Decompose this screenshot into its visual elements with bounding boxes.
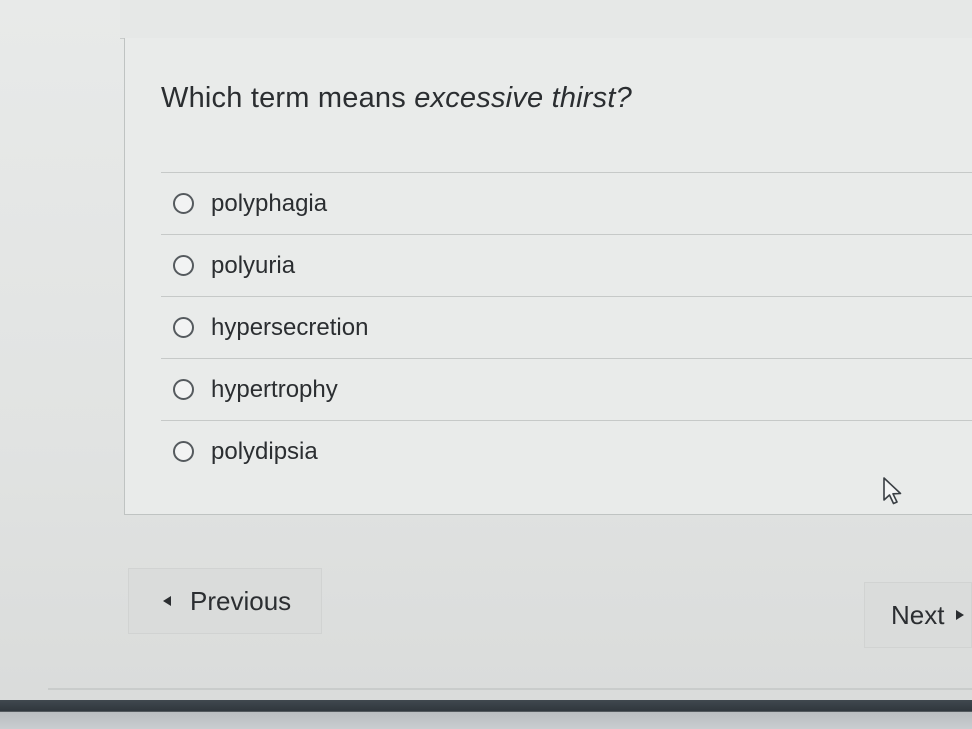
radio-unchecked-icon[interactable] xyxy=(173,193,194,214)
option-polyphagia[interactable]: polyphagia xyxy=(161,172,972,234)
triangle-right-icon xyxy=(956,610,965,620)
option-polyuria[interactable]: polyuria xyxy=(161,234,972,296)
radio-unchecked-icon[interactable] xyxy=(173,379,194,400)
mouse-pointer-icon xyxy=(883,477,902,505)
divider xyxy=(48,688,972,690)
option-hypertrophy[interactable]: hypertrophy xyxy=(161,358,972,420)
radio-unchecked-icon[interactable] xyxy=(173,441,194,462)
option-label[interactable]: polydipsia xyxy=(211,438,318,466)
question-prefix: Which term means xyxy=(161,82,415,114)
top-strip xyxy=(120,0,972,39)
question-text: Which term means excessive thirst? xyxy=(161,82,632,115)
option-label[interactable]: hypersecretion xyxy=(211,314,368,342)
option-label[interactable]: polyphagia xyxy=(211,190,327,218)
triangle-left-icon xyxy=(163,596,171,606)
radio-unchecked-icon[interactable] xyxy=(173,255,194,276)
screen-bezel xyxy=(0,700,972,729)
next-label: Next xyxy=(891,599,945,630)
option-hypersecretion[interactable]: hypersecretion xyxy=(161,296,972,358)
question-card: Which term means excessive thirst? polyp… xyxy=(124,38,972,515)
option-label[interactable]: polyuria xyxy=(211,252,295,280)
quiz-page: Which term means excessive thirst? polyp… xyxy=(0,0,972,729)
question-emphasis: excessive thirst? xyxy=(414,82,632,114)
next-button[interactable]: Next xyxy=(864,582,972,648)
previous-button[interactable]: Previous xyxy=(128,568,322,634)
radio-unchecked-icon[interactable] xyxy=(173,317,194,338)
option-label[interactable]: hypertrophy xyxy=(211,376,338,404)
option-polydipsia[interactable]: polydipsia xyxy=(161,420,972,482)
answer-options: polyphagia polyuria hypersecretion hyper… xyxy=(161,172,972,482)
previous-label: Previous xyxy=(190,585,292,616)
